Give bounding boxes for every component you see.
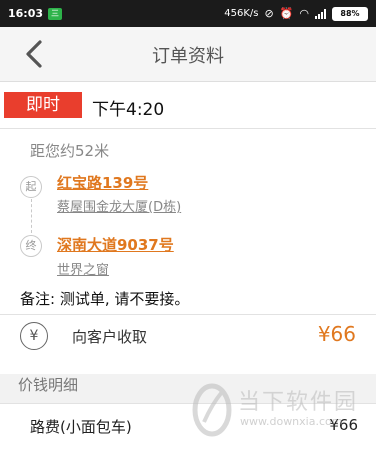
- divider: [0, 128, 376, 129]
- status-right: 456K/s ⊘ ⏰ ◠ 88%: [224, 0, 368, 27]
- start-address-link[interactable]: 红宝路139号: [57, 172, 148, 193]
- start-marker-icon: 起: [20, 176, 42, 198]
- route-line: [31, 199, 32, 233]
- signal-icon: [315, 8, 326, 19]
- order-time: 下午4:20: [92, 100, 165, 120]
- order-card: 即时 下午4:20 距您约52米 起 终 红宝路139号 蔡屋围金龙大厦(D栋)…: [0, 82, 376, 374]
- alarm-icon: ⏰: [279, 7, 294, 20]
- network-speed: 456K/s: [224, 8, 259, 19]
- notification-app-icon: 三: [48, 7, 63, 20]
- watermark-logo-icon: [192, 383, 232, 437]
- end-marker-icon: 终: [20, 235, 42, 257]
- order-amount: ¥66: [317, 322, 356, 346]
- page-title: 订单资料: [152, 46, 224, 67]
- status-time: 16:03: [8, 7, 44, 20]
- yen-icon: ¥: [20, 322, 48, 350]
- app-header: 订单资料: [0, 27, 376, 82]
- status-bar: 16:03 三 456K/s ⊘ ⏰ ◠ 88%: [0, 0, 376, 27]
- distance-text: 距您约52米: [30, 142, 110, 160]
- watermark-url: www.downxia.com: [240, 415, 343, 428]
- fee-label: 路费(小面包车): [30, 418, 132, 436]
- divider: [0, 314, 376, 315]
- watermark-brand: 当下软件园: [238, 390, 359, 415]
- mute-icon: ⊘: [264, 7, 274, 20]
- end-address-detail[interactable]: 世界之窗: [57, 259, 109, 278]
- payment-method: 向客户收取: [72, 328, 148, 346]
- order-note: 备注: 测试单, 请不要接。: [20, 290, 190, 308]
- battery-indicator: 88%: [332, 6, 368, 21]
- watermark: 当下软件园 www.downxia.com: [190, 382, 376, 442]
- price-details-title: 价钱明细: [18, 376, 79, 394]
- order-type-badge: 即时: [4, 92, 82, 118]
- end-address-link[interactable]: 深南大道9037号: [57, 234, 174, 255]
- wifi-icon: ◠: [299, 7, 309, 20]
- start-address-detail[interactable]: 蔡屋围金龙大厦(D栋): [57, 196, 181, 215]
